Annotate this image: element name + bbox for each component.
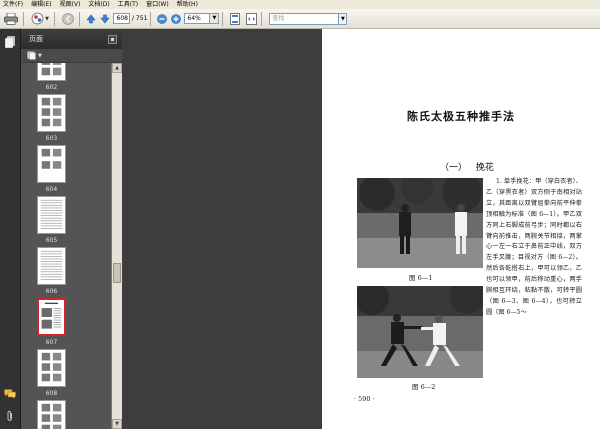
arrow-down-icon [100, 14, 110, 23]
page-thumbnail[interactable] [37, 196, 66, 234]
printer-icon [4, 12, 18, 25]
page-thumbnail[interactable] [37, 63, 66, 81]
chevron-up-icon: ▲ [115, 65, 119, 71]
chevron-down-icon: ▼ [212, 15, 217, 21]
chevron-down-icon: ▼ [38, 52, 42, 59]
toolbar-separator [23, 11, 24, 26]
document-viewer[interactable]: 陈氏太极五种推手法 （一） 挽花 图 6—1 图 6—2 1. 单手挽花：甲（穿… [122, 29, 600, 429]
zoom-out-icon [157, 13, 168, 24]
document-page: 陈氏太极五种推手法 （一） 挽花 图 6—1 图 6—2 1. 单手挽花：甲（穿… [322, 29, 600, 429]
zoom-in-button[interactable] [170, 11, 182, 27]
page-thumbnail[interactable] [37, 400, 66, 429]
menu-file[interactable]: 文件(F) [0, 0, 28, 9]
search-dropdown-button[interactable]: ▼ [339, 12, 348, 25]
page-thumbnail[interactable] [37, 349, 66, 387]
thumbnail-page-label: 607 [45, 339, 58, 346]
figure-image [357, 286, 483, 378]
toolbar-separator [150, 11, 152, 26]
photo-figure-6-2 [357, 286, 483, 378]
arrow-up-icon [86, 14, 96, 23]
scrollbar-thumb[interactable] [113, 263, 121, 283]
pages-nav-button[interactable] [3, 35, 17, 49]
pages-panel-header: 页面 ▪ [21, 29, 122, 49]
thumbnail-page-label: 608 [45, 390, 58, 397]
fit-width-button[interactable] [244, 11, 258, 27]
thumbnail-page-label: 605 [45, 237, 58, 244]
page-number-input[interactable]: 608 [113, 13, 130, 24]
page-thumbnail[interactable] [37, 145, 66, 183]
thumbnail-page-label: 604 [45, 186, 58, 193]
attachments-nav-button[interactable] [3, 409, 17, 423]
collaborate-button[interactable]: ▼ [29, 11, 51, 27]
thumbnail-page-label: 606 [45, 288, 58, 295]
panel-collapse-button[interactable]: ▪ [108, 34, 117, 44]
menu-tools[interactable]: 工具(T) [115, 0, 143, 9]
scroll-up-button[interactable]: ▲ [112, 63, 122, 73]
previous-page-button[interactable] [85, 11, 97, 27]
thumbnail-scrollbar[interactable]: ▲ ▼ [111, 63, 122, 429]
thumbnail-page-label: 602 [45, 84, 58, 91]
toolbar-separator [222, 11, 224, 26]
figure-caption-6-1: 图 6—1 [409, 274, 433, 282]
document-title: 陈氏太极五种推手法 [407, 110, 515, 123]
menu-bar: 文件(F) 编辑(E) 视图(V) 文档(D) 工具(T) 窗口(W) 帮助(H… [0, 0, 600, 9]
photo-figure-6-1 [357, 178, 483, 268]
panel-toolbar: ▼ [21, 49, 122, 63]
fit-page-icon [230, 12, 241, 25]
scroll-down-button[interactable]: ▼ [112, 419, 122, 429]
page-thumbnail[interactable] [37, 298, 66, 336]
zoom-level-input[interactable]: 64% [184, 13, 211, 24]
figure-caption-6-2: 图 6—2 [412, 383, 436, 391]
figure-image [357, 178, 483, 268]
options-icon [27, 51, 36, 60]
back-button[interactable] [60, 11, 76, 27]
toolbar: ▼ 608 / 751 64% ▼ 查找 ▼ [0, 9, 600, 29]
toolbar-separator [79, 11, 80, 26]
page-total-label: / 751 [132, 15, 148, 22]
next-page-button[interactable] [99, 11, 111, 27]
chevron-down-icon: ▼ [340, 15, 345, 22]
paragraph-text: 1. 单手挽花：甲（穿白衣者）、乙（穿黑衣者）双方侧于南相对站立，其距离以双臂屈… [486, 178, 582, 316]
page-number-label: · 590 · [354, 395, 375, 403]
search-input[interactable]: 查找 [269, 12, 340, 25]
menu-document[interactable]: 文档(D) [85, 0, 114, 9]
back-circle-icon [62, 12, 74, 25]
pages-panel: 页面 ▪ ▼ 602603604605606607608609 ▲ ▼ [21, 29, 122, 429]
body-paragraph: 1. 单手挽花：甲（穿白衣者）、乙（穿黑衣者）双方侧于南相对站立，其距离以双臂屈… [486, 177, 582, 319]
comments-nav-button[interactable] [3, 387, 17, 401]
pages-icon [5, 36, 15, 48]
menu-view[interactable]: 视图(V) [57, 0, 86, 9]
fit-width-icon [245, 12, 257, 25]
zoom-out-button[interactable] [156, 11, 168, 27]
collaborate-icon [31, 12, 44, 25]
page-thumbnail[interactable] [37, 247, 66, 285]
thumbnail-page-label: 603 [45, 135, 58, 142]
pdf-reader-window: 文件(F) 编辑(E) 视图(V) 文档(D) 工具(T) 窗口(W) 帮助(H… [0, 0, 600, 429]
print-button[interactable] [2, 11, 20, 27]
zoom-in-icon [171, 13, 182, 24]
fit-page-button[interactable] [228, 11, 242, 27]
toolbar-separator [54, 11, 55, 26]
chevron-down-icon: ▼ [115, 421, 119, 427]
panel-title: 页面 [29, 35, 43, 43]
paperclip-icon [7, 410, 12, 421]
close-icon: ▪ [110, 35, 115, 43]
section-heading: （一） 挽花 [440, 163, 494, 173]
panel-options-button[interactable]: ▼ [27, 51, 42, 60]
menu-help[interactable]: 帮助(H) [174, 0, 203, 9]
menu-edit[interactable]: 编辑(E) [28, 0, 56, 9]
thumbnail-list: 602603604605606607608609 ▲ ▼ [21, 63, 122, 429]
zoom-dropdown-button[interactable]: ▼ [210, 13, 220, 24]
menu-window[interactable]: 窗口(W) [143, 0, 174, 9]
navigation-rail [0, 29, 21, 429]
page-thumbnail[interactable] [37, 94, 66, 132]
comments-icon [4, 389, 16, 399]
chevron-down-icon: ▼ [45, 15, 49, 22]
toolbar-separator [261, 11, 263, 26]
